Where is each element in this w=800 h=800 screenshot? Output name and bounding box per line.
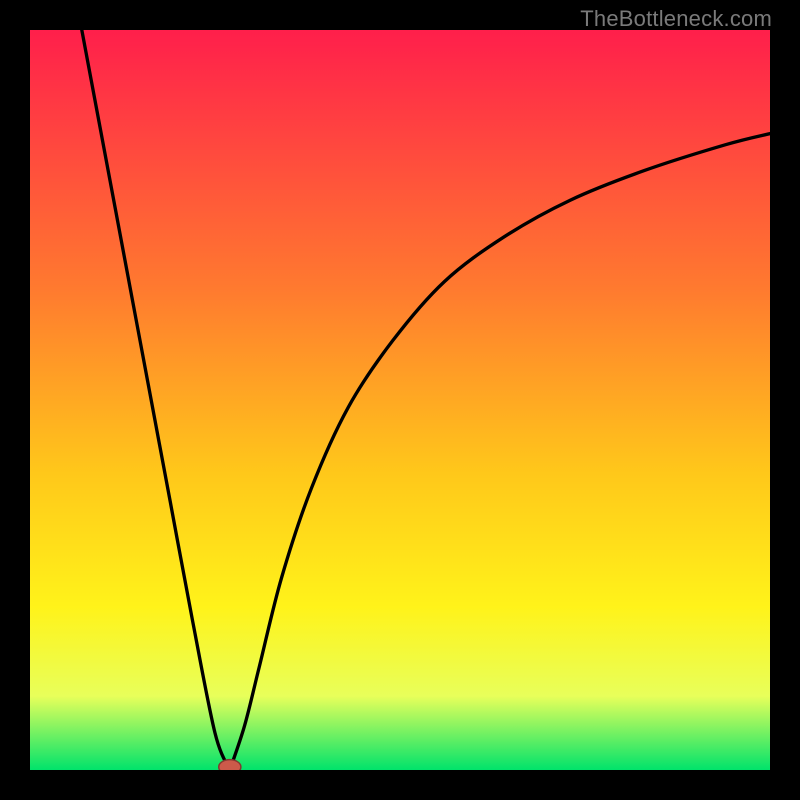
watermark-text: TheBottleneck.com [580, 6, 772, 32]
minimum-marker [219, 760, 241, 770]
gradient-background [30, 30, 770, 770]
chart-frame [30, 30, 770, 770]
bottleneck-chart [30, 30, 770, 770]
